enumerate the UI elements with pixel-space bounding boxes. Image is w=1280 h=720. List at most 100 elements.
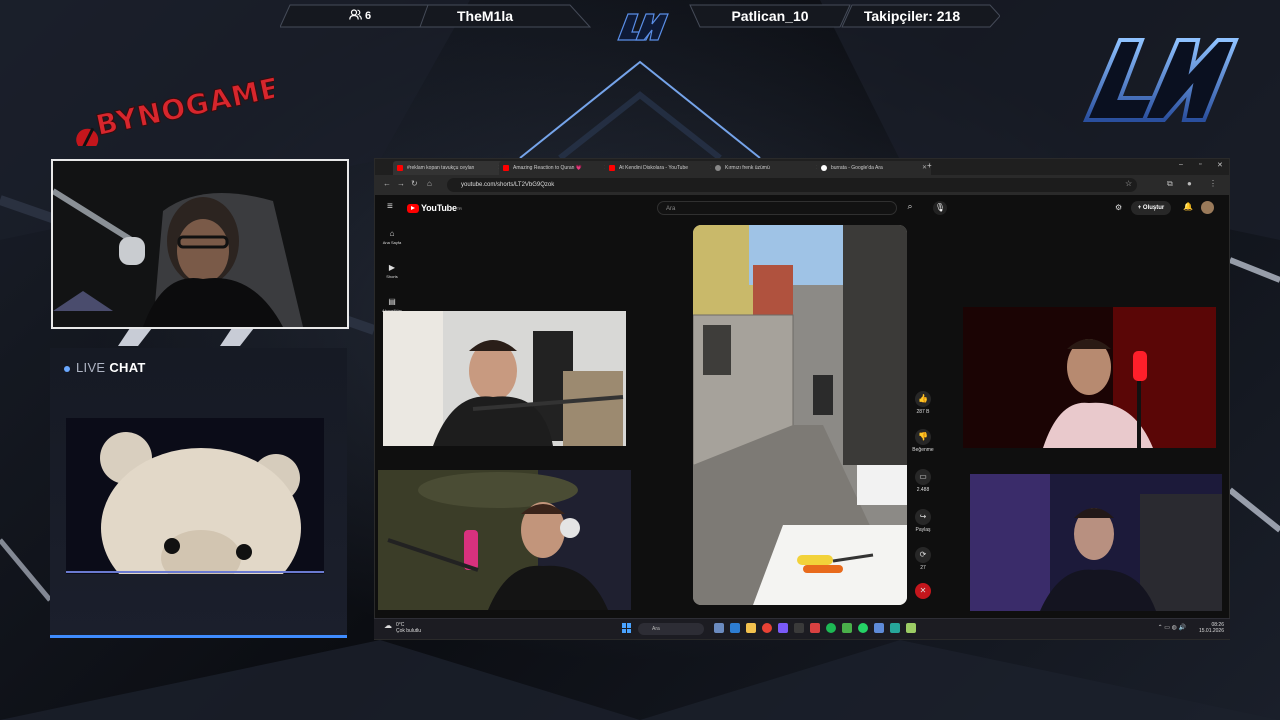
app-icon[interactable] [906,623,916,633]
discord-icon[interactable] [778,623,788,633]
youtube-search-input[interactable]: Ara [657,201,897,215]
remix-count: 27 [920,565,926,571]
app-icon[interactable] [890,623,900,633]
followers-text: Takipçiler: 218 [863,8,961,24]
channel-avatar-icon: ✕ [915,583,931,599]
clock-date: 15.01.2026 [1198,628,1224,634]
hamburger-menu-icon[interactable]: ≡ [387,201,393,212]
extensions-icon[interactable]: ⧉ [1167,179,1173,189]
tab-1[interactable]: Amazing Reaction to Quran 💗✕ [499,161,613,175]
guest-cam-2 [378,470,631,610]
webcam-feed [53,161,347,327]
weather-widget[interactable]: ☁ 0°C Çok bulutlu [384,621,422,635]
guest-cam-4 [970,474,1222,611]
channel-logo [1080,32,1240,127]
viewer-count-value: 6 [364,10,372,22]
chrome-icon[interactable] [762,623,772,633]
comment-button[interactable]: ▭ 2.488 [909,469,937,493]
whatsapp-icon[interactable] [858,623,868,633]
comment-count: 2.488 [916,487,930,493]
maximize-button[interactable]: ▫ [1199,161,1201,168]
youtube-icon [609,165,615,171]
tab-2[interactable]: At Kendini Diskolara - YouTube✕ [605,161,719,175]
search-icon[interactable]: ⌕ [901,201,919,215]
right-name-text: Patlican_10 [731,8,809,24]
url-field[interactable]: youtube.com/shorts/LT2VbG9Qzok [447,178,1137,192]
dislike-button[interactable]: 👎 Beğenme [909,429,937,453]
system-tray[interactable]: ⌃ ▭ ◍ 🔊 [1158,624,1186,631]
teddy-bear-camera [66,418,324,574]
remix-icon: ⟳ [915,547,931,563]
svg-text:BYNOGAME: BYNOGAME [93,71,274,142]
guest-cam-3 [963,307,1216,448]
left-name-text: TheM1la [456,8,513,24]
forward-icon[interactable]: → [397,179,405,188]
like-icon: 👍 [915,391,931,407]
menu-dots-icon[interactable]: ⋮ [1209,179,1217,188]
notifications-bell-icon[interactable]: 🔔 [1183,202,1193,211]
app-icon[interactable] [810,623,820,633]
streamer-webcam [51,159,349,329]
youtube-logo-text: YouTube [421,203,457,213]
tab-label: burrata - Google'da Ara [831,165,883,171]
address-bar-row: ← → ↻ ⌂ youtube.com/shorts/LT2VbG9Qzok ☆… [375,175,1229,195]
web-icon [715,165,721,171]
viewers-icon [349,9,362,23]
right-streamer-name: Patlican_10 [700,4,840,28]
create-button[interactable]: + Oluştur [1131,201,1171,215]
sidebar-item-home[interactable]: ⌂ Ana Sayfa [375,229,409,245]
app-icon[interactable] [842,623,852,633]
back-icon[interactable]: ← [383,179,391,188]
windows-start-icon[interactable] [622,623,632,633]
remix-button[interactable]: ⟳ 27 [909,547,937,571]
new-tab-button[interactable]: + [927,161,932,170]
share-button[interactable]: ↪ Paylaş [909,509,937,533]
cloud-icon: ☁ [384,621,392,630]
channel-avatar-button[interactable]: ✕ [909,583,937,601]
taskbar-apps [714,623,994,635]
tab-label: #reklam kopan tavukçu ceylan [407,165,475,171]
tab-label: Amazing Reaction to Quran 💗 [513,165,583,171]
tab-3[interactable]: Kırmızı frenk üzümü✕ [711,161,825,175]
cast-icon[interactable]: ⚙ [1115,203,1122,212]
app-icon[interactable] [794,623,804,633]
share-label: Paylaş [915,527,931,533]
taskbar-clock[interactable]: 08:26 15.01.2026 [1199,622,1224,634]
home-icon: ⌂ [389,229,395,238]
home-icon[interactable]: ⌂ [427,179,432,188]
spotify-icon[interactable] [826,623,836,633]
chat-title: LIVE CHAT [64,360,146,375]
sidebar-label: Ana Sayfa [382,240,402,245]
create-label: Oluştur [1142,205,1165,211]
reload-icon[interactable]: ↻ [411,179,418,188]
chat-live-label: LIVE [76,360,106,375]
tab-0[interactable]: #reklam kopan tavukçu ceylan✕ [393,161,507,175]
microphone-icon[interactable]: 🎙 [933,201,947,215]
weather-desc: Çok bulutlu [396,628,422,634]
youtube-icon [397,165,403,171]
youtube-country-code: TR [456,205,462,211]
chat-accent-bar [50,635,347,638]
minimize-button[interactable]: – [1179,161,1183,168]
taskbar-search[interactable]: Ara [638,623,704,635]
app-icon[interactable] [874,623,884,633]
file-explorer-icon[interactable] [746,623,756,633]
youtube-header: ≡ YouTube TR Ara ⌕ 🎙 ⚙ + Oluştur 🔔 [375,195,1229,223]
sidebar-item-shorts[interactable]: ▶ Shorts [375,263,409,279]
task-view-icon[interactable] [714,623,724,633]
tab-label: At Kendini Diskolara - YouTube [619,165,689,171]
tab-4[interactable]: burrata - Google'da Ara ✕ [817,161,931,175]
tab-label: Kırmızı frenk üzümü [725,165,770,171]
live-dot-icon [64,365,70,372]
close-window-button[interactable]: ✕ [1217,161,1223,169]
user-avatar[interactable] [1201,201,1214,214]
edge-icon[interactable] [730,623,740,633]
shorts-video-player[interactable] [693,225,907,605]
profile-icon[interactable]: ● [1187,179,1192,188]
like-button[interactable]: 👍 287 B [909,391,937,415]
youtube-logo[interactable]: YouTube TR [407,203,462,213]
bookmark-star-icon[interactable]: ☆ [1125,179,1132,188]
live-chat-panel: LIVE CHAT [50,348,347,638]
left-streamer-name: TheM1la [430,4,540,28]
subscriptions-icon: ▤ [388,297,396,306]
